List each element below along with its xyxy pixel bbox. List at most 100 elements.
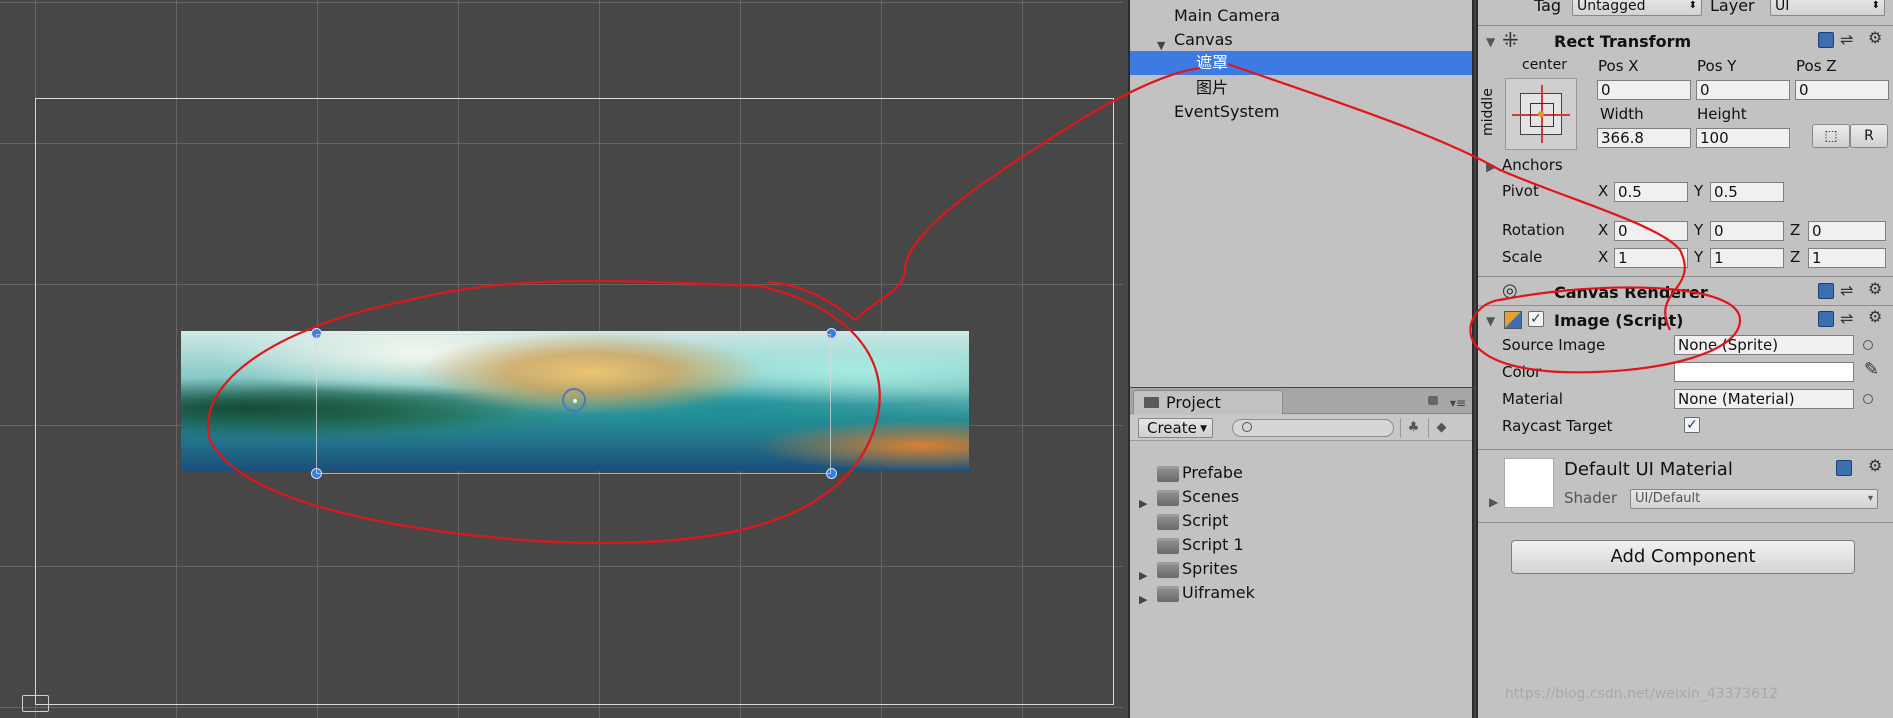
rotation-y-field[interactable]: 0 <box>1710 221 1784 241</box>
pos-x-label: Pos X <box>1598 57 1639 75</box>
hierarchy-item-mask[interactable]: 遮罩 <box>1130 51 1472 75</box>
folder-item-sprites[interactable]: ▶ Sprites <box>1130 557 1472 582</box>
folder-item-uiframek[interactable]: ▶ Uiframek <box>1130 581 1472 606</box>
filter-by-label-icon[interactable]: ◆ <box>1428 418 1454 438</box>
blueprint-mode-button[interactable]: ⬚ <box>1812 124 1850 148</box>
pivot-x-label: X <box>1598 182 1609 200</box>
pivot-icon[interactable] <box>562 388 586 412</box>
scale-z-label: Z <box>1790 248 1801 266</box>
help-icon[interactable] <box>1818 311 1834 327</box>
folder-icon <box>1157 514 1179 530</box>
folder-item-script[interactable]: Script <box>1130 509 1472 533</box>
search-icon <box>1242 422 1252 432</box>
material-field[interactable]: None (Material) <box>1674 389 1854 409</box>
scale-z-field[interactable]: 1 <box>1808 248 1886 268</box>
shader-label: Shader <box>1564 489 1618 507</box>
filter-by-type-icon[interactable]: ♣ <box>1400 418 1426 438</box>
rotation-z-field[interactable]: 0 <box>1808 221 1886 241</box>
folder-icon <box>1157 586 1179 602</box>
pivot-x-field[interactable]: 0.5 <box>1614 182 1688 202</box>
hierarchy-item-label: EventSystem <box>1174 102 1280 121</box>
source-image-label: Source Image <box>1502 336 1606 354</box>
create-button-label: Create <box>1147 419 1197 437</box>
shader-value: UI/Default <box>1635 491 1701 506</box>
tab-project[interactable]: Project <box>1133 390 1283 414</box>
pos-x-field[interactable]: 0 <box>1597 80 1691 100</box>
divider <box>1478 25 1893 26</box>
eyedropper-icon[interactable]: ✎ <box>1864 361 1879 379</box>
add-component-button[interactable]: Add Component <box>1511 540 1855 574</box>
folder-item-scenes[interactable]: ▶ Scenes <box>1130 485 1472 510</box>
lock-icon[interactable] <box>1428 396 1438 405</box>
height-field[interactable]: 100 <box>1696 128 1790 148</box>
foldout-expanded-icon[interactable]: ▼ <box>1486 35 1495 49</box>
rect-transform-title: Rect Transform <box>1554 32 1692 51</box>
shader-dropdown[interactable]: UI/Default ▾ <box>1630 489 1878 509</box>
raw-edit-button[interactable]: R <box>1850 124 1888 148</box>
image-enabled-checkbox[interactable]: ✓ <box>1528 311 1544 327</box>
folder-label: Prefabe <box>1182 463 1243 482</box>
help-icon[interactable] <box>1818 32 1834 48</box>
height-label: Height <box>1697 105 1747 123</box>
scene-view[interactable] <box>0 0 1123 718</box>
preset-icon[interactable]: ⇌ <box>1840 311 1853 327</box>
canvas-corner-icon <box>22 695 49 712</box>
chevron-down-icon: ▾ <box>1867 493 1873 504</box>
chevron-down-icon: ⬍ <box>1871 0 1880 11</box>
scale-y-field[interactable]: 1 <box>1710 248 1784 268</box>
panel-menu-icon[interactable]: ▾≡ <box>1450 396 1466 410</box>
gear-icon[interactable]: ⚙ <box>1868 309 1882 325</box>
gear-icon[interactable]: ⚙ <box>1868 281 1882 297</box>
folder-item-script-1[interactable]: Script 1 <box>1130 533 1472 557</box>
canvas-renderer-title: Canvas Renderer <box>1554 283 1708 302</box>
folder-label: Script 1 <box>1182 535 1244 554</box>
hierarchy-item-label: 遮罩 <box>1196 53 1229 72</box>
object-picker-icon[interactable] <box>1863 394 1873 404</box>
width-field[interactable]: 366.8 <box>1597 128 1691 148</box>
preset-icon[interactable]: ⇌ <box>1840 32 1853 48</box>
anchor-v-label: middle <box>1480 88 1496 136</box>
help-icon[interactable] <box>1836 460 1852 476</box>
pivot-y-field[interactable]: 0.5 <box>1710 182 1784 202</box>
project-panel: Project ▾≡ Create ▼ ♣ ◆ Prefabe ▶ Scenes… <box>1128 388 1474 718</box>
hierarchy-item-main-camera[interactable]: Main Camera <box>1130 4 1472 28</box>
folder-item-prefabe[interactable]: Prefabe <box>1130 461 1472 485</box>
anchor-preset-button[interactable] <box>1505 78 1577 150</box>
hierarchy-item-canvas[interactable]: ▼ Canvas <box>1130 28 1472 52</box>
pivot-y-label: Y <box>1694 182 1704 200</box>
folder-label: Script <box>1182 511 1229 530</box>
help-icon[interactable] <box>1818 283 1834 299</box>
chevron-down-icon: ▼ <box>1200 424 1207 434</box>
pos-z-field[interactable]: 0 <box>1795 80 1889 100</box>
scale-x-field[interactable]: 1 <box>1614 248 1688 268</box>
raycast-target-checkbox[interactable]: ✓ <box>1684 417 1700 433</box>
search-box[interactable] <box>1232 419 1394 437</box>
pos-z-label: Pos Z <box>1796 57 1837 75</box>
pos-y-field[interactable]: 0 <box>1696 80 1790 100</box>
hierarchy-item-eventsystem[interactable]: EventSystem <box>1130 100 1472 124</box>
tag-dropdown[interactable]: Untagged ⬍ <box>1572 0 1702 16</box>
raw-edit-label: R <box>1864 128 1874 144</box>
search-input[interactable] <box>1257 421 1387 435</box>
object-picker-icon[interactable] <box>1863 340 1873 350</box>
scale-y-label: Y <box>1694 248 1704 266</box>
layer-dropdown[interactable]: UI ⬍ <box>1770 0 1885 16</box>
folder-icon <box>1157 562 1179 578</box>
preset-icon[interactable]: ⇌ <box>1840 283 1853 299</box>
tab-project-label: Project <box>1166 393 1221 412</box>
rotation-label: Rotation <box>1502 221 1565 239</box>
foldout-collapsed-icon[interactable]: ▶ <box>1489 495 1498 509</box>
gear-icon[interactable]: ⚙ <box>1868 458 1882 474</box>
foldout-collapsed-icon[interactable]: ▶ <box>1486 160 1495 174</box>
material-preview <box>1504 458 1554 508</box>
create-button[interactable]: Create ▼ <box>1138 418 1213 438</box>
foldout-collapsed-icon[interactable]: ▶ <box>1139 588 1147 612</box>
source-image-field[interactable]: None (Sprite) <box>1674 335 1854 355</box>
foldout-expanded-icon[interactable]: ▼ <box>1486 314 1495 328</box>
color-field[interactable] <box>1674 362 1854 382</box>
rotation-x-field[interactable]: 0 <box>1614 221 1688 241</box>
hierarchy-item-image[interactable]: 图片 <box>1130 76 1472 100</box>
gear-icon[interactable]: ⚙ <box>1868 30 1882 46</box>
hierarchy-item-label: Canvas <box>1174 30 1233 49</box>
hierarchy-item-label: Main Camera <box>1174 6 1281 25</box>
